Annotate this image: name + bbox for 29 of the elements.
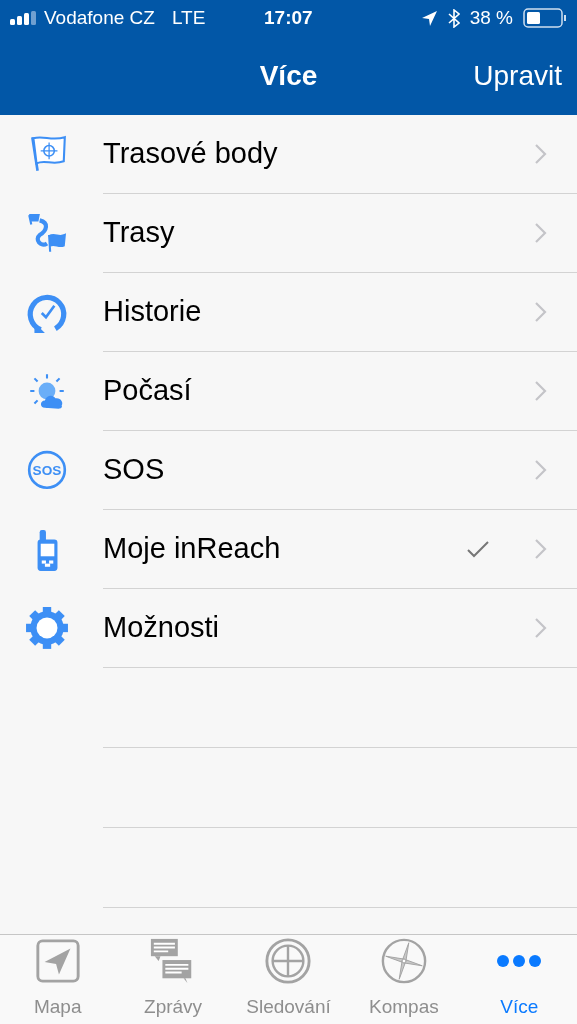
menu-item[interactable]: Moje inReach bbox=[103, 510, 577, 589]
menu-item[interactable]: Trasové body bbox=[103, 115, 577, 194]
checkmark-icon bbox=[467, 540, 489, 558]
chevron-icon bbox=[535, 618, 547, 638]
network-type: LTE bbox=[171, 5, 206, 30]
menu-item[interactable]: Možnosti bbox=[103, 589, 577, 668]
bluetooth-icon bbox=[447, 8, 460, 28]
edit-button[interactable]: Upravit bbox=[473, 54, 562, 97]
more-dots-icon bbox=[496, 954, 543, 968]
settings-icon bbox=[25, 606, 69, 651]
chevron-icon bbox=[535, 381, 547, 401]
location-arrow-icon bbox=[420, 9, 438, 27]
chevron-icon bbox=[535, 144, 547, 164]
menu-item[interactable]: Počasí bbox=[103, 352, 577, 431]
chevron-icon bbox=[535, 460, 547, 480]
menu-item[interactable]: SOS bbox=[103, 431, 577, 510]
carrier-name: Vodafone CZ bbox=[44, 5, 155, 30]
screen-title: Více bbox=[259, 58, 318, 93]
battery-percent: 38 % bbox=[469, 5, 513, 30]
menu-item[interactable]: Trasy bbox=[103, 194, 577, 273]
crosshair-circle-icon bbox=[264, 937, 313, 985]
chevron-icon bbox=[535, 302, 547, 322]
battery-icon bbox=[523, 8, 567, 28]
menu-item[interactable]: Historie bbox=[103, 273, 577, 352]
chevron-icon bbox=[535, 539, 547, 559]
clock-time: 17:07 bbox=[264, 5, 313, 30]
tab[interactable]: Více bbox=[461, 935, 577, 1024]
compass-icon bbox=[379, 937, 428, 985]
chevron-icon bbox=[535, 223, 547, 243]
